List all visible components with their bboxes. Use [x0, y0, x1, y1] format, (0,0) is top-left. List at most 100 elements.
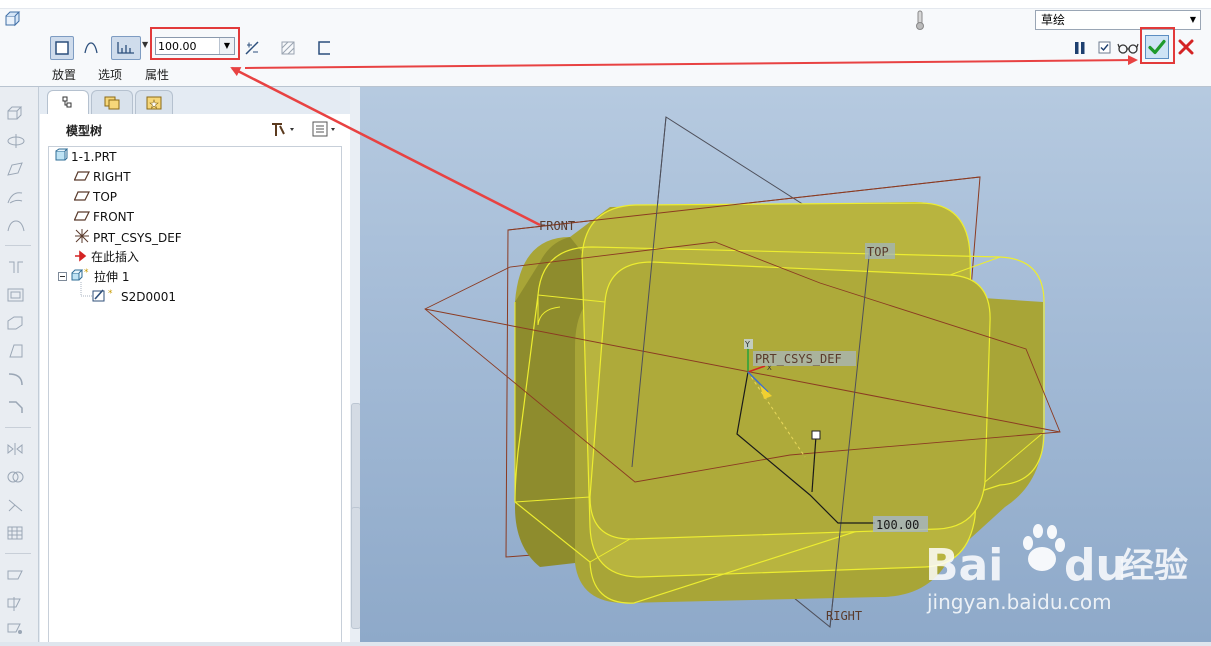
tree-display-button[interactable] [311, 120, 341, 142]
tree-item-label: FRONT [93, 210, 134, 224]
accept-highlight-frame [1140, 27, 1175, 64]
shell-tool-icon[interactable] [6, 287, 26, 303]
paw-icon [1023, 524, 1065, 571]
datum-axis-tool-icon[interactable] [6, 595, 26, 611]
tree-item-right[interactable]: RIGHT [73, 168, 131, 187]
tab-options[interactable]: 选项 [98, 66, 122, 83]
svg-text:Y: Y [744, 340, 750, 349]
model-viewport-canvas: Y X FRONT TOP RIGHT PRT_CSYS_DEF 100.00 … [424, 116, 1188, 628]
remove-material-icon [281, 41, 295, 55]
toolbar-divider [5, 245, 31, 246]
datum-plane-icon [73, 169, 90, 187]
extrusion-front-face [589, 261, 991, 540]
right-plane-label: RIGHT [826, 609, 862, 623]
depth-drag-handle[interactable] [811, 430, 821, 440]
depth-dimension-label[interactable]: 100.00 [876, 518, 919, 532]
insert-arrow-icon [74, 249, 88, 267]
depth-option-dropdown-icon[interactable]: ▼ [142, 40, 148, 49]
extrude-feature-icon [4, 10, 22, 32]
blend-tool-icon[interactable] [6, 189, 26, 205]
tree-item-label: S2D0001 [121, 290, 177, 304]
tab-properties[interactable]: 属性 [145, 66, 169, 83]
merge-tool-icon[interactable] [6, 469, 26, 485]
cancel-button[interactable] [1178, 39, 1194, 59]
thicken-sketch-button[interactable] [312, 36, 336, 60]
round-tool-icon[interactable] [6, 371, 26, 387]
surface-icon [84, 42, 98, 54]
pattern-tool-icon[interactable] [6, 525, 26, 541]
watermark-url: jingyan.baidu.com [926, 590, 1112, 614]
thicken-icon [318, 41, 330, 55]
surface-tool-icon[interactable] [6, 217, 26, 233]
datum-point-tool-icon[interactable] [6, 620, 26, 636]
top-plane-label: TOP [867, 245, 889, 259]
graphics-window[interactable]: Y X FRONT TOP RIGHT PRT_CSYS_DEF 100.00 … [360, 87, 1211, 642]
blind-depth-icon [117, 42, 134, 54]
list-settings-icon [312, 121, 335, 137]
verify-checkbox[interactable] [1098, 40, 1112, 59]
part-icon [54, 148, 69, 167]
front-plane-label: FRONT [539, 219, 575, 233]
watermark-suffix: 经验 [1120, 546, 1188, 586]
solid-toggle-button[interactable] [50, 36, 74, 60]
pause-icon [1075, 42, 1085, 54]
tab-folder-browser[interactable] [91, 90, 133, 115]
datum-plane-icon [73, 209, 90, 227]
mode-select[interactable]: 草绘 ▼ [1035, 10, 1201, 30]
tree-item-csys[interactable]: PRT_CSYS_DEF [74, 228, 182, 246]
depth-highlight-frame [150, 27, 240, 60]
rib-tool-icon[interactable] [6, 315, 26, 331]
model-tree-title: 模型树 [66, 124, 103, 138]
tree-connector [80, 282, 92, 297]
checkbox-icon [1098, 41, 1111, 54]
model-tree-tab-icon [62, 96, 72, 108]
sweep-tool-icon[interactable] [6, 161, 26, 177]
tree-item-front[interactable]: FRONT [73, 208, 134, 227]
extrude-dashboard: ▼ ▼ 放置 选项 属性 草绘 ▼ [0, 0, 1211, 87]
tree-settings-button[interactable] [270, 120, 300, 142]
title-strip [0, 0, 1211, 9]
mode-select-value: 草绘 [1041, 13, 1066, 27]
tree-item-insert-here[interactable]: 在此插入 [74, 248, 139, 266]
datum-plane-tool-icon[interactable] [6, 567, 26, 583]
tree-item-label: PRT_CSYS_DEF [93, 231, 182, 245]
folder-browser-icon [104, 96, 120, 110]
panel-splitter[interactable] [350, 87, 361, 642]
draft-tool-icon[interactable] [6, 343, 26, 359]
svg-text:*: * [108, 289, 113, 299]
depth-option-button[interactable] [111, 36, 141, 60]
tree-item-label: 1-1.PRT [71, 150, 117, 164]
tree-item-label: 拉伸 1 [94, 270, 130, 284]
tab-favorites[interactable] [135, 90, 173, 115]
revolve-tool-icon[interactable] [6, 133, 26, 149]
tree-item-part[interactable]: 1-1.PRT [54, 148, 116, 166]
tree-item-sketch[interactable]: * S2D0001 [92, 288, 176, 306]
extrude-tool-icon[interactable] [6, 105, 26, 121]
thermometer-icon [914, 9, 926, 35]
preview-glasses-button[interactable] [1117, 40, 1139, 59]
csys-icon [74, 228, 90, 249]
tree-item-top[interactable]: TOP [73, 188, 117, 207]
remove-material-button[interactable] [276, 36, 300, 60]
feature-toolbar [0, 87, 39, 642]
watermark-brand: Bai [925, 540, 1003, 591]
close-icon [1178, 39, 1194, 55]
solid-icon [55, 41, 69, 55]
glasses-icon [1117, 43, 1139, 54]
flip-direction-icon [245, 41, 259, 55]
csys-label: PRT_CSYS_DEF [755, 352, 842, 366]
mirror-tool-icon[interactable] [6, 441, 26, 457]
pause-button[interactable] [1074, 40, 1086, 59]
surface-toggle-button[interactable] [79, 36, 103, 60]
svg-text:*: * [84, 268, 89, 278]
chamfer-tool-icon[interactable] [6, 399, 26, 415]
favorites-icon [146, 96, 162, 110]
chevron-down-icon: ▼ [1189, 15, 1196, 24]
flip-direction-button[interactable] [240, 36, 264, 60]
datum-plane-icon [73, 189, 90, 207]
trim-tool-icon[interactable] [6, 497, 26, 513]
toolbar-divider [5, 553, 31, 554]
hole-tool-icon[interactable] [6, 259, 26, 275]
tab-model-tree[interactable] [47, 90, 89, 115]
tab-placement[interactable]: 放置 [52, 66, 76, 83]
